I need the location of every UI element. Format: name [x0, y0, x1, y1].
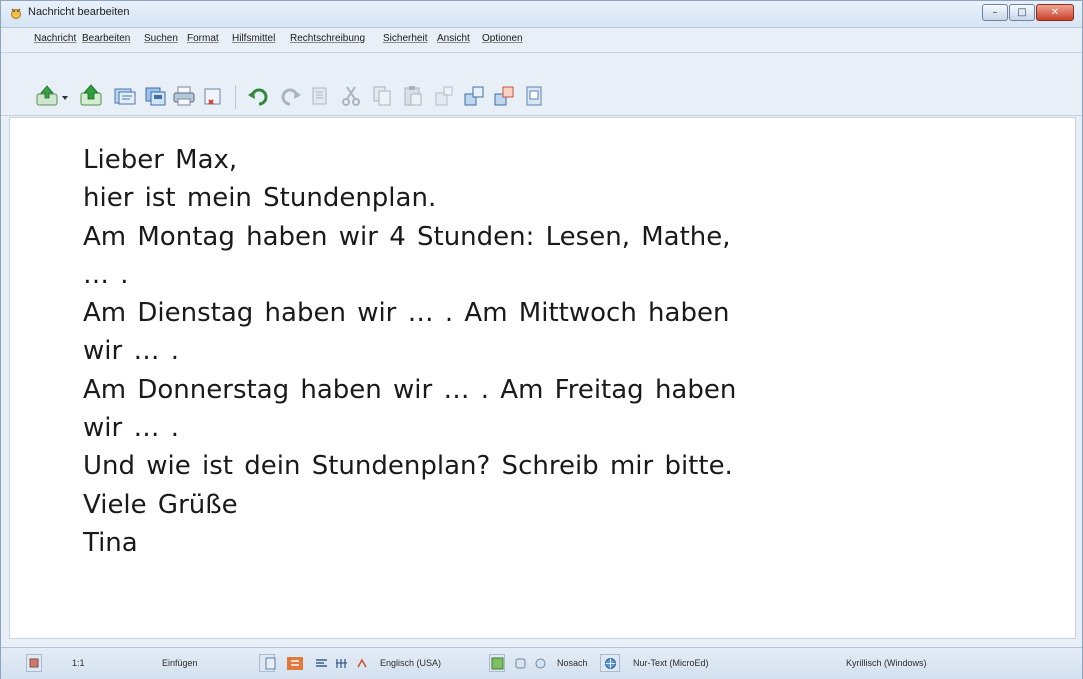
insert-button[interactable] [461, 83, 487, 109]
copy-icon [373, 86, 391, 106]
encoding-status[interactable]: Kyrillisch (Windows) [846, 658, 927, 668]
network-icon[interactable] [534, 657, 547, 670]
spell-mode-status[interactable]: Nosach [557, 658, 588, 668]
image-icon [494, 86, 514, 106]
window-controls: – □ ✕ [981, 4, 1074, 21]
maximize-icon: □ [1017, 7, 1027, 18]
select-all-icon [312, 87, 327, 105]
table-icon[interactable] [335, 657, 348, 670]
message-line: Lieber Max, [83, 145, 238, 175]
redo-button[interactable] [277, 83, 303, 109]
spell-check-icon [526, 86, 542, 106]
window-title: Nachricht bearbeiten [28, 6, 130, 18]
compose-window: Nachricht bearbeiten – □ ✕ Nachricht Bea… [0, 0, 1083, 679]
toolbar-separator [235, 85, 236, 109]
globe-icon[interactable] [604, 657, 617, 670]
paste-icon [404, 86, 422, 106]
minimize-icon: – [992, 7, 998, 18]
paste-button[interactable] [400, 83, 426, 109]
copy-button[interactable] [369, 83, 395, 109]
status-bar: 1:1 Einfügen Englisch (USA) Nosach Nur-T… [1, 647, 1082, 679]
send-button[interactable] [34, 83, 60, 109]
print-icon [173, 86, 195, 106]
save-icon [145, 87, 166, 106]
insert-icon [464, 86, 484, 106]
send-dropdown-button[interactable] [60, 83, 70, 109]
cut-button[interactable] [338, 83, 364, 109]
app-icon [11, 8, 21, 19]
save-send-button[interactable] [78, 83, 104, 109]
format-status[interactable]: Nur-Text (MicroEd) [633, 658, 709, 668]
address-book-icon [114, 88, 136, 105]
dropdown-arrow-icon [62, 96, 68, 100]
delete-button[interactable] [200, 83, 226, 109]
send-icon [36, 85, 58, 106]
menu-ansicht[interactable]: Ansicht [437, 33, 470, 44]
align-icon[interactable] [315, 657, 328, 670]
message-line: wir … . [83, 336, 179, 367]
insert-mode[interactable]: Einfügen [162, 658, 198, 668]
highlight-icon[interactable] [287, 657, 303, 670]
select-all-button[interactable] [307, 83, 333, 109]
redo-icon [281, 88, 301, 106]
cursor-position: 1:1 [72, 658, 85, 668]
undo-icon [248, 88, 268, 106]
message-line: Tina [83, 527, 138, 558]
message-line: Am Donnerstag haben wir … . Am Freitag h… [83, 374, 737, 405]
check-icon[interactable] [491, 657, 504, 670]
maximize-button[interactable]: □ [1009, 4, 1035, 21]
close-icon: ✕ [1050, 7, 1060, 18]
menu-nachricht[interactable]: Nachricht [34, 33, 76, 44]
format-button[interactable] [431, 83, 457, 109]
print-button[interactable] [171, 83, 197, 109]
close-button[interactable]: ✕ [1036, 4, 1074, 21]
menu-format[interactable]: Format [187, 33, 219, 44]
message-line: Und wie ist dein Stundenplan? Schreib mi… [83, 451, 733, 482]
message-line: Viele Grüße [83, 489, 238, 520]
spell-status-icon[interactable] [356, 657, 369, 670]
menu-suchen[interactable]: Suchen [144, 33, 178, 44]
delete-icon [204, 88, 221, 105]
message-line: hier ist mein Stundenplan. [83, 183, 437, 214]
menu-sicherheit[interactable]: Sicherheit [383, 33, 427, 44]
menu-optionen[interactable]: Optionen [482, 33, 523, 44]
status-indicator [26, 654, 42, 672]
spell-check-button[interactable] [521, 83, 547, 109]
message-line: … . [83, 259, 129, 290]
image-button[interactable] [491, 83, 517, 109]
cut-icon [342, 86, 360, 106]
toolbar [1, 53, 1082, 116]
menu-hilfsmittel[interactable]: Hilfsmittel [232, 33, 275, 44]
page-icon[interactable] [264, 657, 277, 670]
title-bar[interactable]: Nachricht bearbeiten – □ ✕ [1, 1, 1082, 28]
menu-bearbeiten[interactable]: Bearbeiten [82, 33, 130, 44]
menu-bar: Nachricht Bearbeiten Suchen Format Hilfs… [1, 28, 1082, 53]
language-status[interactable]: Englisch (USA) [380, 658, 441, 668]
lock-icon[interactable] [514, 657, 527, 670]
undo-button[interactable] [246, 83, 272, 109]
save-button[interactable] [142, 83, 168, 109]
attach-icon [80, 84, 102, 106]
message-line: Am Montag haben wir 4 Stunden: Lesen, Ma… [83, 221, 731, 252]
message-line: Am Dienstag haben wir … . Am Mittwoch ha… [83, 298, 730, 329]
status-indicator-icon [29, 658, 39, 668]
minimize-button[interactable]: – [982, 4, 1008, 21]
message-body[interactable]: Lieber Max, hier ist mein Stundenplan. A… [83, 141, 963, 562]
menu-rechtschreibung[interactable]: Rechtschreibung [290, 33, 365, 44]
address-book-button[interactable] [112, 83, 138, 109]
message-line: wir … . [83, 413, 179, 444]
format-icon [435, 86, 453, 106]
